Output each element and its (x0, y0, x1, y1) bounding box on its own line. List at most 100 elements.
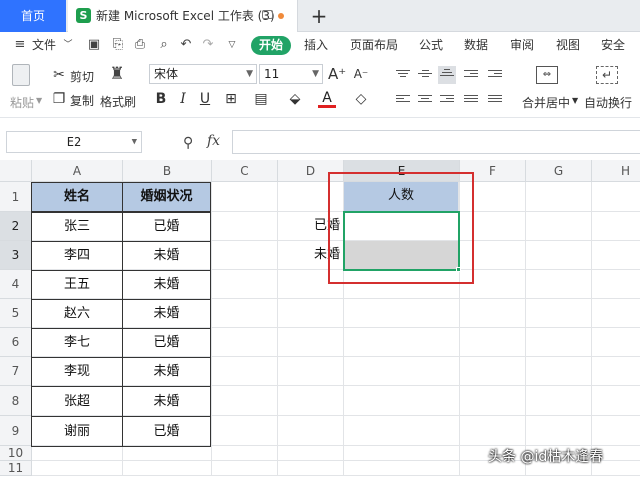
header-cell-marital[interactable]: 婚姻状况 (122, 182, 211, 212)
align-bottom-icon[interactable] (438, 66, 456, 84)
tab-home[interactable]: 首页 (0, 0, 66, 32)
grid-cell[interactable] (344, 299, 460, 328)
tab-document[interactable]: S 新建 Microsoft Excel 工作表 (3) (68, 0, 298, 32)
table-cell-marital[interactable]: 未婚 (122, 270, 211, 300)
grid-cell[interactable] (344, 416, 460, 446)
table-cell-name[interactable]: 李四 (31, 241, 123, 271)
new-tab-button[interactable]: + (306, 2, 332, 30)
table-cell-name[interactable]: 谢丽 (31, 416, 123, 447)
grid-cell[interactable] (212, 270, 278, 299)
window-icon[interactable] (262, 10, 273, 19)
row-header-4[interactable]: 4 (0, 270, 32, 299)
grid-cell[interactable] (212, 446, 278, 461)
grid-cell[interactable] (526, 299, 592, 328)
zoom-search-icon[interactable]: ⚲ (183, 135, 193, 151)
table-cell-marital[interactable]: 未婚 (122, 299, 211, 329)
table-cell-name[interactable]: 李现 (31, 357, 123, 387)
grid-cell[interactable] (460, 270, 526, 299)
table-cell-marital[interactable]: 未婚 (122, 357, 211, 387)
grid-cell[interactable] (344, 446, 460, 461)
fill-style-icon[interactable]: ▤ (252, 90, 270, 108)
fill-color-icon[interactable]: ⬙ (286, 90, 304, 108)
grid-cell[interactable] (460, 386, 526, 416)
grid-cell[interactable] (526, 241, 592, 270)
grid-cell[interactable] (212, 182, 278, 212)
column-header-d[interactable]: D (278, 160, 344, 182)
merge-center-button[interactable]: 合并居中 (522, 94, 570, 111)
grid-cell[interactable] (212, 241, 278, 270)
grid-cell[interactable] (278, 270, 344, 299)
column-header-b[interactable]: B (123, 160, 212, 182)
row-header-10[interactable]: 10 (0, 446, 32, 461)
grid-cell[interactable] (592, 299, 640, 328)
export-icon[interactable]: ⎘ (110, 37, 126, 53)
grid-cell[interactable] (592, 270, 640, 299)
clear-format-icon[interactable]: ◇ (352, 90, 370, 108)
paste-icon[interactable] (12, 64, 30, 86)
column-header-f[interactable]: F (460, 160, 526, 182)
grid-cell[interactable] (123, 461, 212, 476)
grid-cell[interactable] (344, 461, 460, 476)
formula-input[interactable] (232, 130, 640, 154)
grid-cell[interactable] (278, 357, 344, 386)
grid-cell[interactable] (526, 328, 592, 357)
menu-review[interactable]: 审阅 (510, 32, 534, 58)
grid-cell[interactable] (32, 461, 123, 476)
row-header-5[interactable]: 5 (0, 299, 32, 328)
column-header-e[interactable]: E (344, 160, 460, 182)
grid-cell[interactable] (212, 461, 278, 476)
align-top-icon[interactable] (396, 70, 410, 82)
grid-cell[interactable] (460, 328, 526, 357)
merge-chevron-icon[interactable]: ▼ (572, 96, 578, 105)
row-header-6[interactable]: 6 (0, 328, 32, 357)
font-color-button[interactable]: A (318, 89, 336, 108)
row-header-1[interactable]: 1 (0, 182, 32, 212)
menu-view[interactable]: 视图 (556, 32, 580, 58)
menu-security[interactable]: 安全 (601, 32, 625, 58)
function-button[interactable]: fx (207, 133, 220, 149)
print-icon[interactable]: ⎙ (132, 37, 148, 53)
grid-cell[interactable] (344, 328, 460, 357)
menu-data[interactable]: 数据 (464, 32, 488, 58)
grid-cell[interactable] (526, 212, 592, 241)
distributed-icon[interactable] (488, 95, 502, 107)
wrap-text-button[interactable]: 自动换行 (584, 94, 632, 111)
grid-cell[interactable] (344, 270, 460, 299)
grid-cell[interactable] (278, 386, 344, 416)
grid-cell[interactable] (278, 461, 344, 476)
grid-cell[interactable] (460, 357, 526, 386)
grid-cell[interactable] (592, 357, 640, 386)
table-cell-marital[interactable]: 未婚 (122, 241, 211, 271)
column-header-h[interactable]: H (592, 160, 640, 182)
row-header-7[interactable]: 7 (0, 357, 32, 386)
grid-cell[interactable] (212, 357, 278, 386)
borders-icon[interactable]: ⊞ (222, 90, 240, 108)
table-cell-name[interactable]: 王五 (31, 270, 123, 300)
grid-cell[interactable] (212, 416, 278, 446)
row-header-9[interactable]: 9 (0, 416, 32, 446)
table-cell-marital[interactable]: 已婚 (122, 328, 211, 358)
grid-cell[interactable] (460, 416, 526, 446)
column-header-a[interactable]: A (32, 160, 123, 182)
redo-icon[interactable]: ↷ (200, 37, 216, 53)
hamburger-menu-icon[interactable]: ≡ (12, 37, 28, 53)
row-header-8[interactable]: 8 (0, 386, 32, 416)
paste-button[interactable]: 粘贴 (10, 94, 34, 111)
decrease-indent-icon[interactable] (464, 70, 478, 82)
copy-button[interactable]: 复制 (70, 92, 94, 109)
paste-chevron-icon[interactable]: ▼ (36, 96, 42, 105)
row-header-3[interactable]: 3 (0, 241, 32, 270)
select-all-corner[interactable] (0, 160, 32, 182)
grid-cell[interactable] (592, 212, 640, 241)
menu-insert[interactable]: 插入 (304, 32, 328, 58)
font-size-select[interactable]: 11 ▼ (259, 64, 323, 84)
chevron-down-icon[interactable]: ﹀ (60, 37, 76, 53)
grid-cell[interactable] (526, 182, 592, 212)
menu-start[interactable]: 开始 (251, 36, 291, 55)
column-header-c[interactable]: C (212, 160, 278, 182)
grid-cell[interactable] (460, 212, 526, 241)
print-preview-icon[interactable]: ⌕ (156, 37, 172, 53)
grid-cell[interactable] (592, 328, 640, 357)
grid-cell[interactable] (344, 386, 460, 416)
grid-cell[interactable] (592, 386, 640, 416)
